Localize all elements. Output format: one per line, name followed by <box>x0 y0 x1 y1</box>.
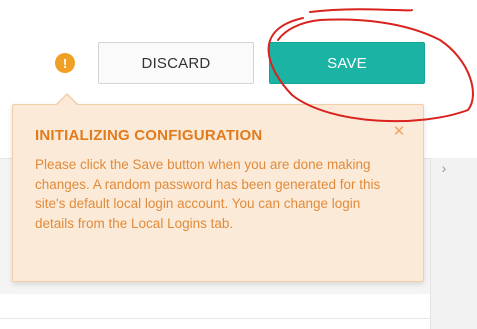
discard-button[interactable]: DISCARD <box>98 42 254 84</box>
save-button[interactable]: SAVE <box>269 42 425 84</box>
popover-title: INITIALIZING CONFIGURATION <box>35 127 263 144</box>
configuration-popover: INITIALIZING CONFIGURATION ✕ Please clic… <box>12 104 424 282</box>
save-button-label: SAVE <box>327 54 367 72</box>
background-sidebar <box>430 158 477 329</box>
warning-icon[interactable]: ! <box>55 53 75 73</box>
close-icon[interactable]: ✕ <box>391 123 407 141</box>
discard-button-label: DISCARD <box>141 54 211 72</box>
divider <box>0 318 430 319</box>
popover-message: Please click the Save button when you ar… <box>35 157 381 231</box>
popover-arrow-fill <box>57 95 77 105</box>
chevron-right-icon[interactable]: › <box>437 160 451 176</box>
